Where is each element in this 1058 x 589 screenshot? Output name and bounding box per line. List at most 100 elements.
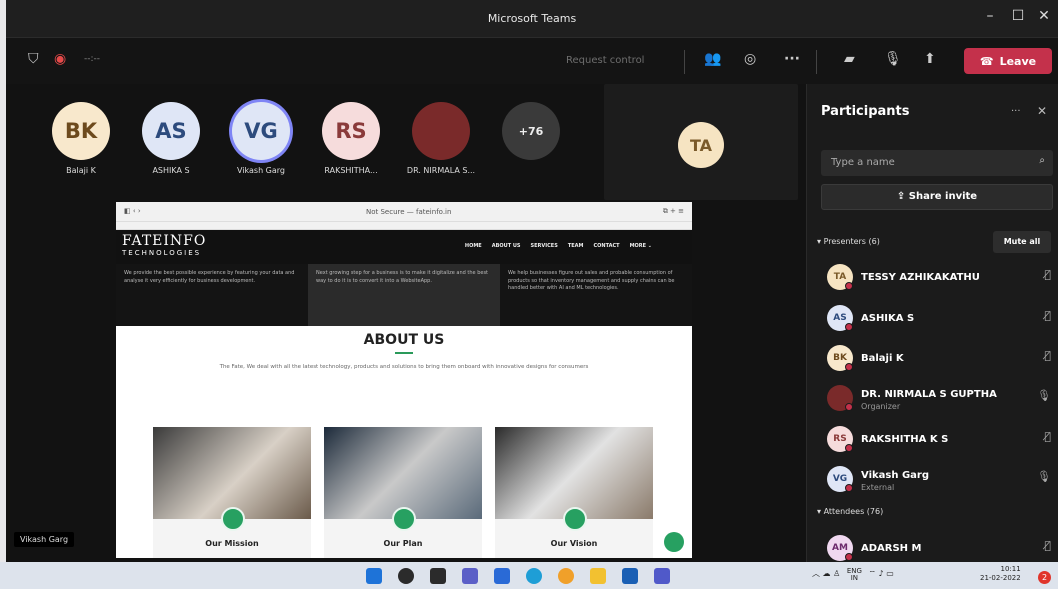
avatar: BK [52,102,110,160]
participant-row[interactable]: TA TESSY AZHIKAKATHU 🎙̸ [821,260,1057,294]
participant-tile-ta[interactable]: TA [604,84,798,200]
chat-icon[interactable] [462,568,478,584]
participant-name: ASHIKA S [861,313,915,324]
status-dot [845,363,853,371]
participant-row[interactable]: DR. NIRMALA S GUPTHA Organizer 🎙 [821,381,1057,415]
card-plan: Our Plan [324,427,482,558]
participant-tile[interactable]: RS RAKSHITHA... [306,102,396,175]
feature-text: Next growing step for a business is to m… [308,264,500,326]
avatar: TA [678,122,724,168]
chat-bubble-icon[interactable] [664,532,684,552]
clock[interactable]: 10:11 21-02-2022 [980,565,1021,583]
panel-close-button[interactable]: ✕ [1037,104,1047,118]
presenter-label: Vikash Garg [14,532,75,547]
site-nav-item[interactable]: TEAM [568,243,584,249]
mic-icon: 🎙 [1037,389,1051,402]
battery-icon[interactable]: ▭ [886,569,894,578]
participant-tile[interactable]: BK Balaji K [36,102,126,175]
search-icon: ⌕ [1039,155,1045,166]
minimize-button[interactable]: – [978,8,1002,24]
mic-off-icon: 🎙̸ [1044,430,1051,443]
mic-icon[interactable]: ♙ [833,569,840,578]
start-icon[interactable] [366,568,382,584]
people-icon[interactable]: 👥 [704,51,721,67]
maximize-button[interactable]: ☐ [1006,8,1030,24]
volume-icon[interactable]: ♪ [879,569,884,578]
site-nav-item[interactable]: SERVICES [531,243,558,249]
status-dot [845,323,853,331]
participant-row[interactable]: BK Balaji K 🎙̸ [821,341,1057,375]
panel-more-button[interactable]: ··· [1011,106,1021,117]
participant-row[interactable]: AS ASHIKA S 🎙̸ [821,301,1057,335]
mail-icon[interactable] [494,568,510,584]
site-nav-item[interactable]: MORE ⌄ [630,243,652,249]
file-explorer-icon[interactable] [590,568,606,584]
panel-title: Participants [821,104,910,119]
participant-tile[interactable]: AS ASHIKA S [126,102,216,175]
attendees-header[interactable]: ▾ Attendees (76) [817,507,883,516]
share-invite-button[interactable]: ⇪ Share invite [821,184,1053,210]
avatar: +76 [502,102,560,160]
feature-band: We provide the best possible experience … [116,264,692,326]
participant-role: Organizer [861,402,901,411]
site-nav-item[interactable]: CONTACT [594,243,620,249]
site-nav-item[interactable]: ABOUT US [492,243,521,249]
attendees-label: Attendees (76) [823,507,884,516]
request-control-button[interactable]: Request control [566,55,644,66]
presenters-header[interactable]: ▾ Presenters (6) [817,237,880,246]
status-dot [845,282,853,290]
card-label: Our Plan [383,539,423,548]
phone-icon: ☎ [979,54,994,68]
avatar: VG [232,102,290,160]
camera-off-icon[interactable]: ▰ [844,51,855,67]
teams-window: Microsoft Teams – ☐ ✕ ⛉ ◉ --:-- Request … [6,0,1058,562]
participants-panel: Participants ··· ✕ Type a name ⌕ ⇪ Share… [806,84,1058,562]
chevron-down-icon: ▾ [817,237,822,246]
task-view-icon[interactable] [430,568,446,584]
site-nav-item[interactable]: HOME [465,243,482,249]
wifi-icon[interactable]: ⌔ [868,569,876,578]
card-image [324,427,482,519]
tray-chevron-icon[interactable]: ︿ [812,569,820,578]
title-bar: Microsoft Teams – ☐ ✕ [6,0,1058,38]
participant-row[interactable]: VG Vikash Garg External 🎙 [821,462,1057,496]
mic-off-icon: 🎙̸ [1044,349,1051,362]
recording-icon: ◉ [54,51,67,67]
participant-search-input[interactable]: Type a name ⌕ [821,150,1053,176]
notification-badge[interactable]: 2 [1038,571,1051,584]
language-indicator[interactable]: ENG IN [847,568,862,582]
share-screen-icon[interactable]: ⬆ [924,51,936,67]
status-dot [845,553,853,561]
about-title: ABOUT US [363,332,445,348]
participant-row[interactable]: AM ADARSH M 🎙̸ [821,531,1057,562]
more-actions-button[interactable]: ··· [784,51,800,67]
card-label: Our Vision [550,539,598,548]
site-logo: FATEINFO TECHNOLOGIES [122,233,206,257]
lang-region: IN [850,574,859,582]
store-icon[interactable] [622,568,638,584]
participant-name: TESSY AZHIKAKATHU [861,272,980,283]
mic-off-icon: 🎙̸ [1044,539,1051,552]
edge-icon[interactable] [526,568,542,584]
participant-row[interactable]: RS RAKSHITHA K S 🎙̸ [821,422,1057,456]
participant-name: Vikash Garg [861,470,929,481]
mic-off-icon: 🎙̸ [1044,309,1051,322]
feature-text: We help businesses figure out sales and … [508,270,675,291]
participant-tile[interactable]: VG Vikash Garg [216,102,306,175]
card-mission: Our Mission [153,427,311,558]
search-icon[interactable] [398,568,414,584]
leave-button[interactable]: ☎ Leave [964,48,1052,74]
mute-all-button[interactable]: Mute all [993,231,1051,253]
close-button[interactable]: ✕ [1032,8,1056,24]
participant-tile[interactable]: +76 [486,102,576,166]
participant-tile[interactable]: DR. NIRMALA S... [396,102,486,175]
chat-icon[interactable]: ◎ [744,51,756,67]
chrome-icon[interactable] [558,568,574,584]
participant-name: Balaji K [66,166,96,175]
mic-off-icon[interactable]: 🎙 [884,51,902,67]
leave-label: Leave [999,54,1037,68]
teams-icon[interactable] [654,568,670,584]
cloud-icon[interactable]: ☁ [823,569,831,578]
card-image [153,427,311,519]
share-invite-label: Share invite [908,191,978,202]
